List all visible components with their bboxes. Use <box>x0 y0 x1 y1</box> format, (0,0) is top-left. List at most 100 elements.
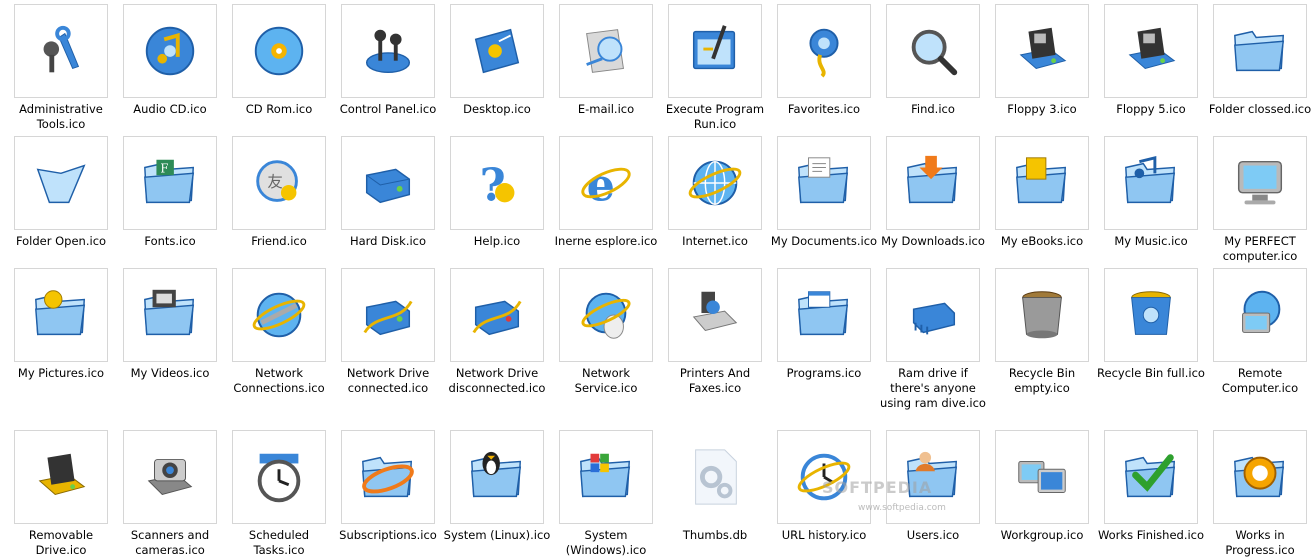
file-item[interactable]: Folder Open.ico <box>7 136 116 249</box>
file-item[interactable]: CD Rom.ico <box>225 4 334 117</box>
file-thumbnail[interactable] <box>341 430 435 524</box>
file-thumbnail[interactable] <box>559 268 653 362</box>
file-item[interactable]: System (Windows).ico <box>552 430 661 558</box>
file-thumbnail[interactable] <box>886 136 980 230</box>
file-item[interactable]: Network Service.ico <box>552 268 661 396</box>
file-item[interactable]: My eBooks.ico <box>988 136 1097 249</box>
file-thumbnail[interactable] <box>1104 430 1198 524</box>
file-item[interactable]: Audio CD.ico <box>116 4 225 117</box>
floppy-icon <box>1019 27 1067 69</box>
file-thumbnail[interactable] <box>995 136 1089 230</box>
file-thumbnail[interactable] <box>123 430 217 524</box>
file-thumbnail[interactable] <box>232 268 326 362</box>
file-item[interactable]: System (Linux).ico <box>443 430 552 543</box>
file-thumbnail[interactable]: ? <box>450 136 544 230</box>
file-item[interactable]: Subscriptions.ico <box>334 430 443 543</box>
file-item[interactable]: Works in Progress.ico <box>1206 430 1313 558</box>
file-item[interactable]: Ram drive if there's anyone using ram di… <box>879 268 988 411</box>
file-thumbnail[interactable] <box>668 136 762 230</box>
file-item[interactable]: Programs.ico <box>770 268 879 381</box>
file-thumbnail[interactable] <box>886 4 980 98</box>
file-thumbnail[interactable] <box>232 430 326 524</box>
file-thumbnail[interactable] <box>1213 136 1307 230</box>
file-thumbnail[interactable] <box>1213 430 1307 524</box>
file-thumbnail[interactable] <box>777 4 871 98</box>
file-item[interactable]: Removable Drive.ico <box>7 430 116 558</box>
file-thumbnail[interactable] <box>1213 268 1307 362</box>
file-item[interactable]: E-mail.ico <box>552 4 661 117</box>
file-item[interactable]: Recycle Bin empty.ico <box>988 268 1097 396</box>
file-item[interactable]: Scanners and cameras.ico <box>116 430 225 558</box>
file-item[interactable]: e Inerne esplore.ico <box>552 136 661 249</box>
file-item[interactable]: Find.ico <box>879 4 988 117</box>
file-item[interactable]: Thumbs.db <box>661 430 770 543</box>
file-thumbnail[interactable] <box>777 430 871 524</box>
file-item[interactable]: Control Panel.ico <box>334 4 443 117</box>
file-thumbnail[interactable] <box>668 268 762 362</box>
url-history-icon <box>797 453 851 501</box>
file-item[interactable]: Internet.ico <box>661 136 770 249</box>
file-thumbnail[interactable] <box>123 268 217 362</box>
file-thumbnail[interactable] <box>341 136 435 230</box>
file-label: My Pictures.ico <box>17 366 105 380</box>
file-thumbnail[interactable] <box>995 430 1089 524</box>
internet-explorer-icon: e <box>581 158 631 211</box>
file-item[interactable]: Floppy 3.ico <box>988 4 1097 117</box>
file-thumbnail[interactable] <box>450 268 544 362</box>
file-thumbnail[interactable] <box>668 4 762 98</box>
file-thumbnail[interactable] <box>123 4 217 98</box>
file-thumbnail[interactable] <box>995 268 1089 362</box>
file-thumbnail[interactable]: F <box>123 136 217 230</box>
file-thumbnail[interactable] <box>995 4 1089 98</box>
file-thumbnail[interactable] <box>450 4 544 98</box>
file-item[interactable]: My Music.ico <box>1097 136 1206 249</box>
file-item[interactable]: Remote Computer.ico <box>1206 268 1313 396</box>
file-thumbnail[interactable] <box>1104 136 1198 230</box>
file-item[interactable]: My Videos.ico <box>116 268 225 381</box>
file-item[interactable]: Works Finished.ico <box>1097 430 1206 543</box>
file-item[interactable]: Desktop.ico <box>443 4 552 117</box>
file-item[interactable]: Favorites.ico <box>770 4 879 117</box>
file-item[interactable]: My Documents.ico <box>770 136 879 249</box>
file-item[interactable]: Workgroup.ico <box>988 430 1097 543</box>
file-thumbnail[interactable] <box>1104 268 1198 362</box>
file-label: Network Drive connected.ico <box>346 366 430 395</box>
file-item[interactable]: Network Connections.ico <box>225 268 334 396</box>
file-thumbnail[interactable] <box>14 4 108 98</box>
file-thumbnail[interactable] <box>668 430 762 524</box>
file-thumbnail[interactable] <box>559 4 653 98</box>
file-label: Removable Drive.ico <box>28 528 94 557</box>
file-thumbnail[interactable] <box>341 4 435 98</box>
file-thumbnail[interactable] <box>232 4 326 98</box>
file-thumbnail[interactable]: e <box>559 136 653 230</box>
fonts-folder-icon: F <box>144 159 195 204</box>
file-thumbnail[interactable]: 友 <box>232 136 326 230</box>
file-thumbnail[interactable] <box>1213 4 1307 98</box>
file-thumbnail[interactable] <box>450 430 544 524</box>
file-thumbnail[interactable] <box>14 268 108 362</box>
file-thumbnail[interactable] <box>886 268 980 362</box>
file-item[interactable]: My Downloads.ico <box>879 136 988 249</box>
file-item[interactable]: Administrative Tools.ico <box>7 4 116 132</box>
file-thumbnail[interactable] <box>777 136 871 230</box>
file-item[interactable]: F Fonts.ico <box>116 136 225 249</box>
file-item[interactable]: Network Drive connected.ico <box>334 268 443 396</box>
file-item[interactable]: Printers And Faxes.ico <box>661 268 770 396</box>
file-item[interactable]: Network Drive disconnected.ico <box>443 268 552 396</box>
file-item[interactable]: Execute Program Run.ico <box>661 4 770 132</box>
file-item[interactable]: My Pictures.ico <box>7 268 116 381</box>
file-item[interactable]: Floppy 5.ico <box>1097 4 1206 117</box>
file-item[interactable]: Recycle Bin full.ico <box>1097 268 1206 381</box>
file-thumbnail[interactable] <box>777 268 871 362</box>
file-thumbnail[interactable] <box>1104 4 1198 98</box>
file-item[interactable]: ? Help.ico <box>443 136 552 249</box>
file-thumbnail[interactable] <box>14 136 108 230</box>
file-item[interactable]: Folder clossed.ico <box>1206 4 1313 117</box>
file-thumbnail[interactable] <box>14 430 108 524</box>
file-item[interactable]: Hard Disk.ico <box>334 136 443 249</box>
file-item[interactable]: Scheduled Tasks.ico <box>225 430 334 558</box>
file-item[interactable]: 友 Friend.ico <box>225 136 334 249</box>
file-thumbnail[interactable] <box>341 268 435 362</box>
file-item[interactable]: My PERFECT computer.ico <box>1206 136 1313 264</box>
file-thumbnail[interactable] <box>559 430 653 524</box>
